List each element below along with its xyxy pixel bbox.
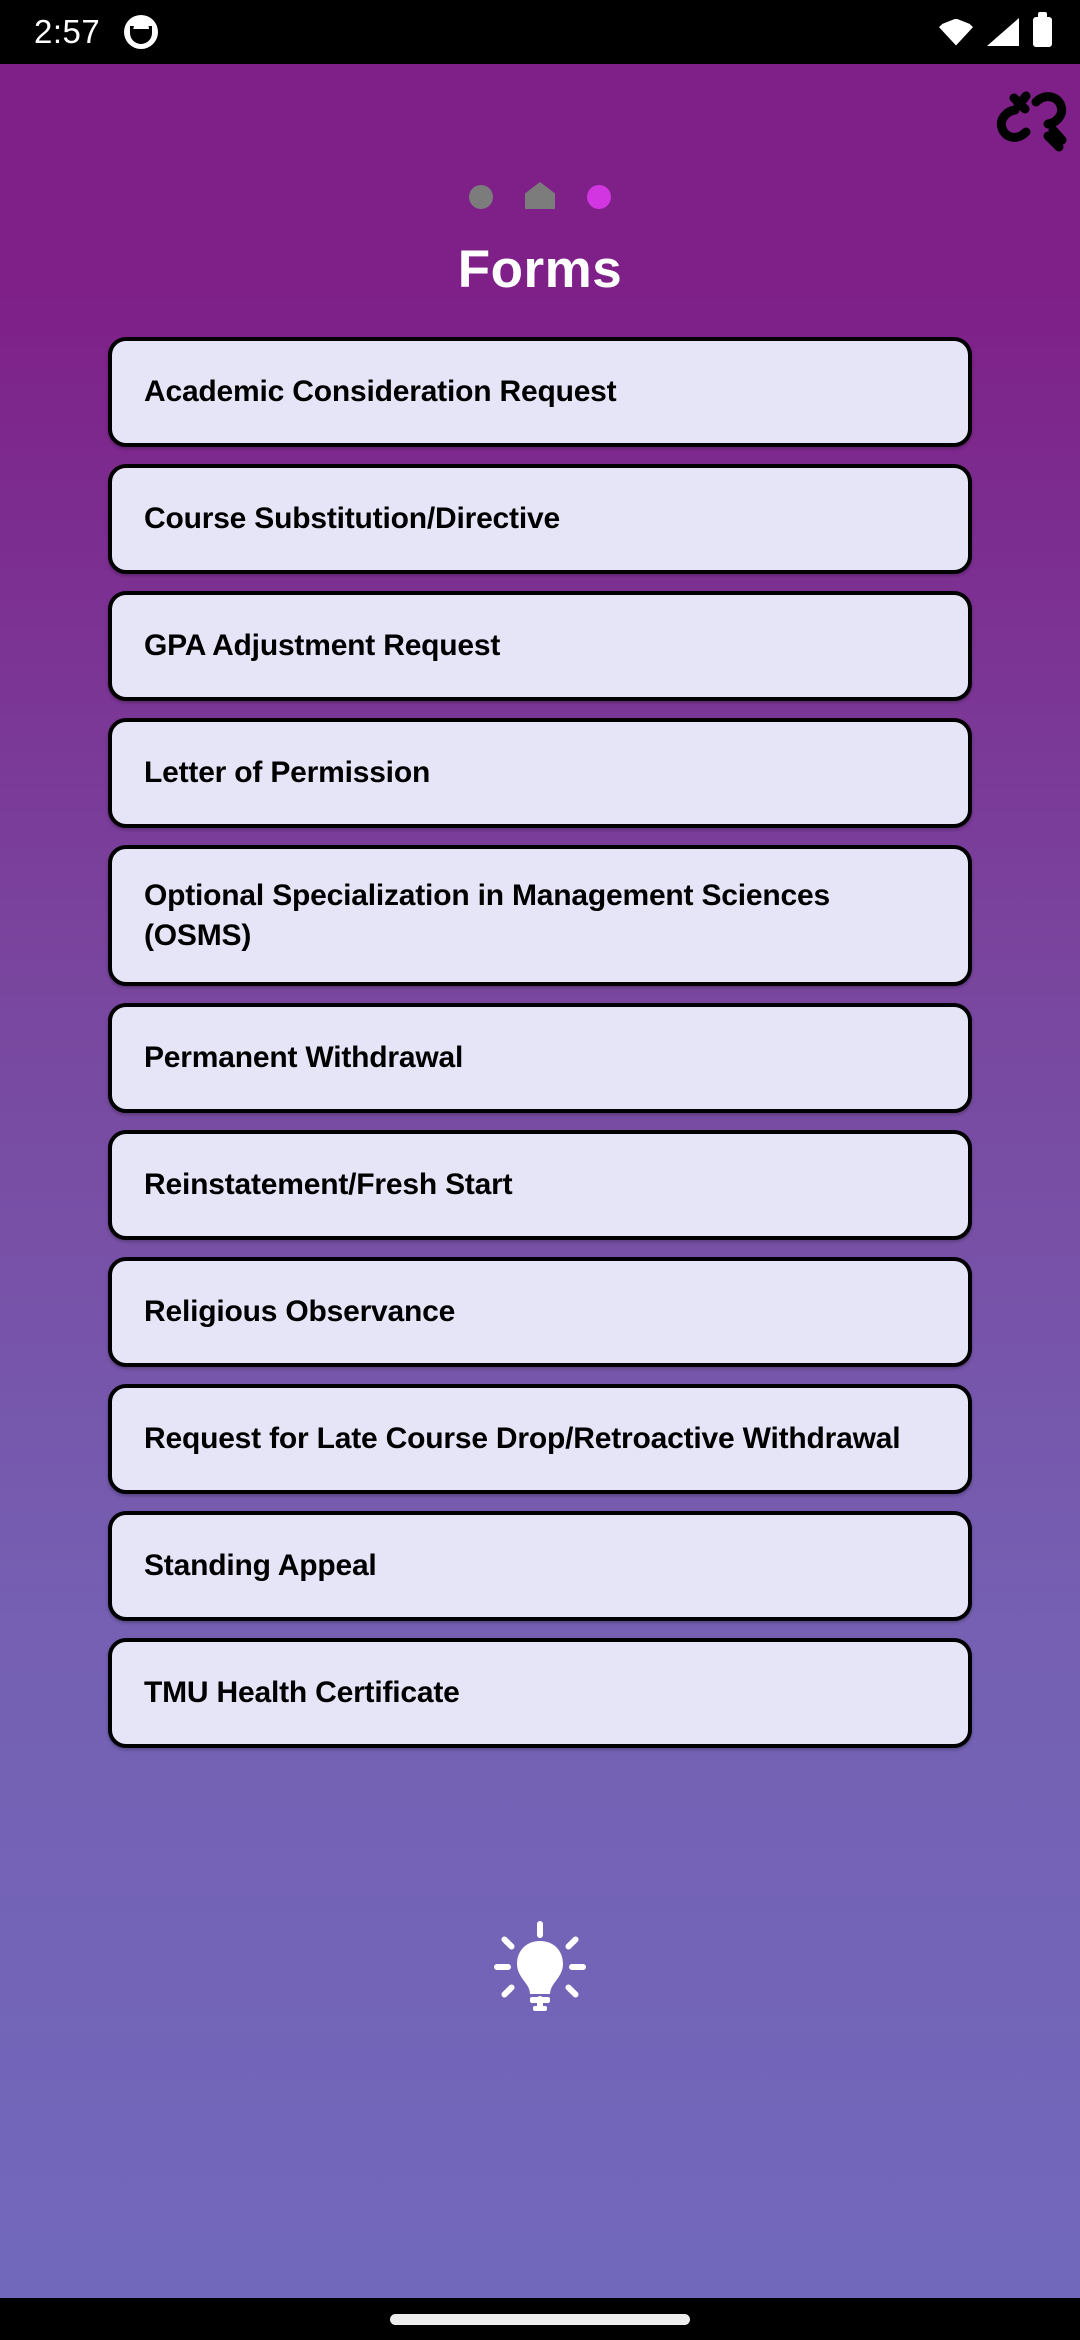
phone-screen: 2:57 Forms Academic Consideration Reques… bbox=[0, 0, 1080, 2340]
form-card-letter-of-permission[interactable]: Letter of Permission bbox=[108, 718, 972, 828]
wifi-icon bbox=[939, 18, 973, 46]
form-card-religious-observance[interactable]: Religious Observance bbox=[108, 1257, 972, 1368]
form-card-label: Reinstatement/Fresh Start bbox=[144, 1168, 513, 1202]
status-clock: 2:57 bbox=[34, 13, 101, 50]
form-card-academic-consideration-request[interactable]: Academic Consideration Request bbox=[108, 337, 972, 447]
form-card-reinstatement-fresh-start[interactable]: Reinstatement/Fresh Start bbox=[108, 1130, 972, 1241]
form-card-label: Permanent Withdrawal bbox=[144, 1041, 464, 1075]
app-content: Forms Academic Consideration Request Cou… bbox=[0, 64, 1080, 2298]
form-card-course-substitution-directive[interactable]: Course Substitution/Directive bbox=[108, 464, 972, 574]
form-card-late-course-drop-retroactive-withdrawal[interactable]: Request for Late Course Drop/Retroactive… bbox=[108, 1384, 972, 1495]
form-card-permanent-withdrawal[interactable]: Permanent Withdrawal bbox=[108, 1003, 972, 1114]
form-card-label: TMU Health Certificate bbox=[144, 1676, 460, 1710]
step-dot-current[interactable] bbox=[587, 185, 611, 209]
form-card-gpa-adjustment-request[interactable]: GPA Adjustment Request bbox=[108, 591, 972, 701]
status-icons-group bbox=[939, 12, 1052, 47]
forms-list: Academic Consideration Request Course Su… bbox=[0, 337, 1080, 1749]
hint-button[interactable] bbox=[0, 1919, 1080, 2015]
form-card-label: Course Substitution/Directive bbox=[144, 502, 560, 536]
form-card-label: Standing Appeal bbox=[144, 1549, 377, 1583]
form-card-tmu-health-certificate[interactable]: TMU Health Certificate bbox=[108, 1638, 972, 1749]
form-card-label: Religious Observance bbox=[144, 1295, 456, 1329]
status-bar: 2:57 bbox=[0, 0, 1080, 64]
system-navigation-bar bbox=[0, 2298, 1080, 2340]
form-card-label: Letter of Permission bbox=[144, 756, 431, 790]
broken-link-icon[interactable] bbox=[992, 82, 1070, 152]
step-dot-circle[interactable] bbox=[469, 185, 493, 209]
form-card-label: Academic Consideration Request bbox=[144, 375, 617, 409]
lightbulb-icon bbox=[494, 1921, 586, 2011]
page-title: Forms bbox=[457, 240, 623, 299]
form-card-optional-specialization-osms[interactable]: Optional Specialization in Management Sc… bbox=[108, 845, 972, 987]
home-gesture-pill[interactable] bbox=[390, 2313, 690, 2325]
form-card-label: Request for Late Course Drop/Retroactive… bbox=[144, 1422, 901, 1456]
form-card-label: Optional Specialization in Management Sc… bbox=[144, 879, 830, 952]
cellular-signal-icon bbox=[987, 18, 1019, 46]
battery-full-icon bbox=[1033, 12, 1052, 47]
form-card-label: GPA Adjustment Request bbox=[144, 629, 501, 663]
step-indicators bbox=[0, 182, 1080, 209]
form-card-standing-appeal[interactable]: Standing Appeal bbox=[108, 1511, 972, 1622]
step-dot-home[interactable] bbox=[525, 182, 555, 209]
cat-face-icon bbox=[124, 15, 159, 49]
